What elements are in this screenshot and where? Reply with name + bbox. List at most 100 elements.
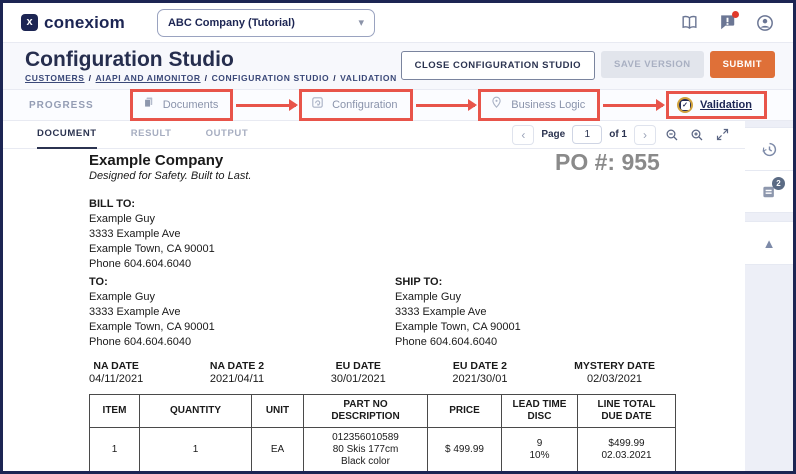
col-part-no-description: PART NO DESCRIPTION [304,395,428,428]
collapse-panel-button[interactable]: ▲ [745,222,793,264]
doc-date-value: 2021/04/11 [210,373,264,386]
doc-date-eu: EU DATE 30/01/2021 [331,360,386,386]
rail-card-bottom: ▲ [745,221,793,265]
content-area: DOCUMENT RESULT OUTPUT ‹ Page of 1 › [3,121,793,471]
doc-tagline: Designed for Safety. Built to Last. [89,170,251,182]
doc-date-na2: NA DATE 2 2021/04/11 [210,360,264,386]
doc-bill-to-label: BILL TO: [89,197,215,212]
page-number-input[interactable] [572,125,602,144]
progress-step-configuration[interactable]: Configuration [299,89,412,121]
progress-step-documents[interactable]: Documents [130,89,234,121]
doc-ship-to-lines: Example Guy 3333 Example Ave Example Tow… [395,290,521,350]
progress-arrow [236,104,296,107]
cell-quantity: 1 [140,428,252,472]
doc-ship-to-block: SHIP TO: Example Guy 3333 Example Ave Ex… [395,275,521,350]
cell-item: 1 [90,428,140,472]
document-viewer[interactable]: Example Company Designed for Safety. Bui… [3,149,745,471]
doc-date-na: NA DATE 04/11/2021 [89,360,143,386]
submit-button[interactable]: SUBMIT [710,51,775,78]
version-history-button[interactable] [745,128,793,170]
doc-line-items-table: ITEM QUANTITY UNIT PART NO DESCRIPTION P… [89,394,676,471]
doc-date-label: MYSTERY DATE [574,360,655,373]
breadcrumb-customers[interactable]: CUSTOMERS [25,73,85,83]
feedback-icon[interactable] [717,13,737,33]
company-selector-value: ABC Company (Tutorial) [168,17,358,29]
validation-icon: ✓ [677,97,693,113]
cell-price: $ 499.99 [428,428,502,472]
company-selector[interactable]: ABC Company (Tutorial) ▾ [157,9,375,37]
progress-bar: PROGRESS Documents Configuration [3,89,793,121]
next-page-button[interactable]: › [634,125,656,145]
breadcrumb-validation: VALIDATION [340,73,397,83]
documents-icon [141,95,156,115]
progress-step-label: Validation [700,99,752,111]
doc-company-name: Example Company [89,152,223,169]
page-label: Page [541,129,565,140]
doc-date-value: 02/03/2021 [574,373,655,386]
breadcrumb-customer-name[interactable]: AIAPI AND AIMONITOR [96,73,201,83]
doc-date-eu2: EU DATE 2 2021/30/01 [452,360,507,386]
doc-date-value: 30/01/2021 [331,373,386,386]
docs-book-icon[interactable] [679,13,699,33]
doc-to-label: TO: [89,275,215,290]
triangle-up-icon: ▲ [763,237,776,250]
progress-label: PROGRESS [29,100,94,111]
doc-to-lines: Example Guy 3333 Example Ave Example Tow… [89,290,215,350]
main-panel: DOCUMENT RESULT OUTPUT ‹ Page of 1 › [3,121,745,471]
chevron-left-icon: ‹ [521,128,525,142]
col-item: ITEM [90,395,140,428]
account-icon[interactable] [755,13,775,33]
doc-date-label: EU DATE 2 [452,360,507,373]
notes-button[interactable]: 2 [745,170,793,212]
doc-date-label: NA DATE 2 [210,360,264,373]
progress-step-label: Business Logic [511,99,585,111]
progress-arrow [416,104,476,107]
progress-step-label: Configuration [332,99,397,111]
business-logic-pin-icon [489,95,504,115]
header-buttons: CLOSE CONFIGURATION STUDIO SAVE VERSION … [401,47,775,89]
col-line-total-due-date: LINE TOTAL DUE DATE [578,395,676,428]
breadcrumb-configuration-studio: CONFIGURATION STUDIO [212,73,330,83]
col-unit: UNIT [252,395,304,428]
zoom-in-icon[interactable] [688,126,706,144]
breadcrumb-separator: / [205,73,208,83]
tab-output[interactable]: OUTPUT [206,121,249,149]
progress-step-business-logic[interactable]: Business Logic [478,89,600,121]
doc-date-value: 2021/30/01 [452,373,507,386]
doc-to-block: TO: Example Guy 3333 Example Ave Example… [89,275,215,350]
zoom-out-icon[interactable] [663,126,681,144]
progress-arrow [603,104,663,107]
previous-page-button[interactable]: ‹ [512,125,534,145]
rail-card-top: 2 [745,127,793,213]
check-icon: ✓ [681,101,690,110]
close-configuration-studio-button[interactable]: CLOSE CONFIGURATION STUDIO [401,51,595,80]
conexiom-logo: x conexiom [21,13,125,33]
doc-date-label: NA DATE [89,360,143,373]
fullscreen-icon[interactable] [713,126,731,144]
notes-count-badge: 2 [772,177,785,190]
cell-unit: EA [252,428,304,472]
right-rail: 2 ▲ [745,121,793,471]
doc-bill-to-lines: Example Guy 3333 Example Ave Example Tow… [89,212,215,272]
col-quantity: QUANTITY [140,395,252,428]
table-row: 1 1 EA 012356010589 80 Skis 177cm Black … [90,428,676,472]
col-lead-time-disc: LEAD TIME DISC [502,395,578,428]
conexiom-logo-text: conexiom [44,13,125,33]
progress-step-validation[interactable]: ✓ Validation [666,91,767,119]
document-tabs-row: DOCUMENT RESULT OUTPUT ‹ Page of 1 › [3,121,745,149]
tab-result[interactable]: RESULT [131,121,172,149]
progress-step-label: Documents [163,99,219,111]
app-window: x conexiom ABC Company (Tutorial) ▾ [0,0,796,474]
tab-document[interactable]: DOCUMENT [37,121,97,149]
top-bar: x conexiom ABC Company (Tutorial) ▾ [3,3,793,43]
title-block: Configuration Studio CUSTOMERS/AIAPI AND… [25,47,397,89]
doc-date-label: EU DATE [331,360,386,373]
doc-ship-to-label: SHIP TO: [395,275,521,290]
col-price: PRICE [428,395,502,428]
page-count-label: of 1 [609,129,627,140]
doc-bill-to-block: BILL TO: Example Guy 3333 Example Ave Ex… [89,197,215,272]
chevron-down-icon: ▾ [358,16,364,29]
doc-date-value: 04/11/2021 [89,373,143,386]
cell-line-total-due-date: $499.99 02.03.2021 [578,428,676,472]
save-version-button[interactable]: SAVE VERSION [601,51,704,78]
